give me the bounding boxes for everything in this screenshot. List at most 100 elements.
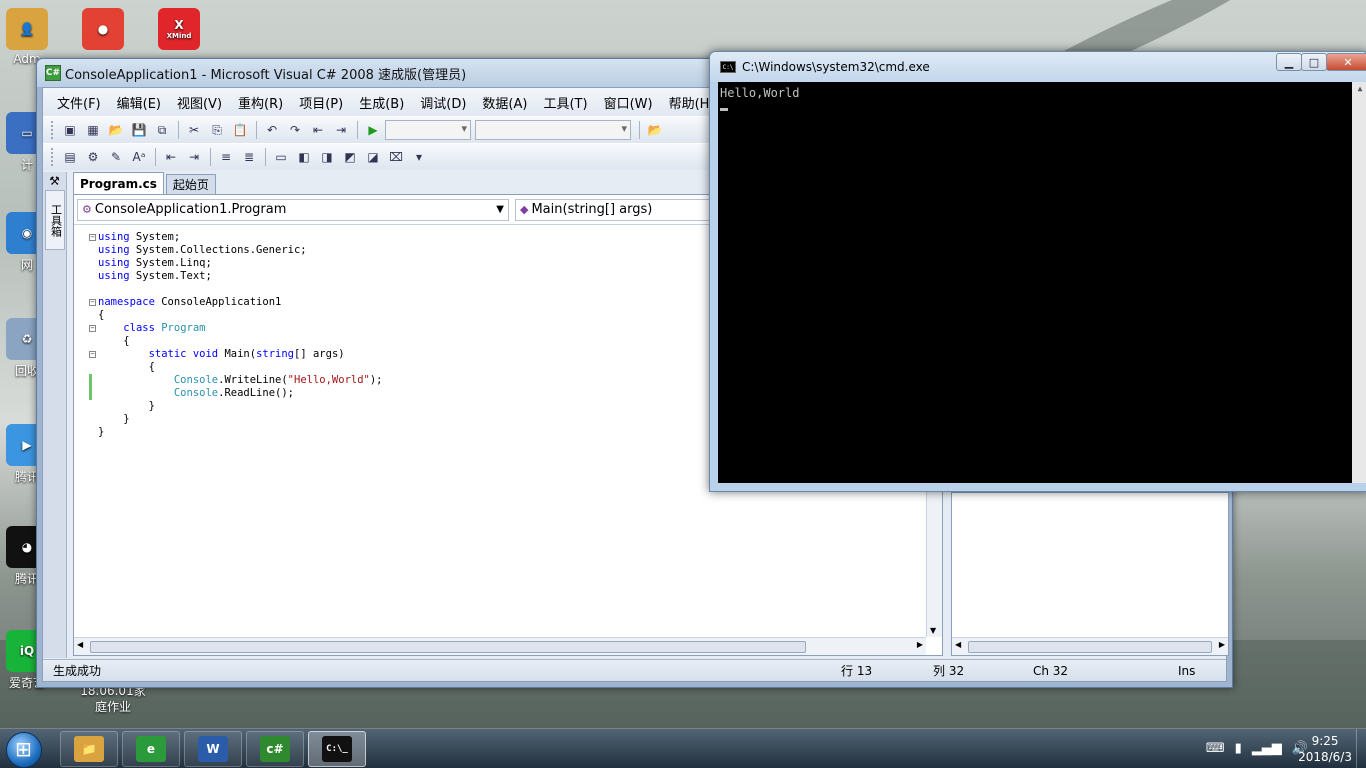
menu-item[interactable]: 窗口(W): [596, 93, 661, 112]
cmd-titlebar[interactable]: C:\ C:\Windows\system32\cmd.exe ▁ □ ✕: [710, 52, 1366, 82]
cmd-app-icon: C:\: [720, 61, 736, 73]
menu-item[interactable]: 数据(A): [474, 93, 535, 112]
navigate-back-icon[interactable]: ⇤: [307, 120, 329, 140]
menu-item[interactable]: 文件(F): [49, 93, 109, 112]
console-vertical-scrollbar[interactable]: ▲: [1352, 82, 1366, 483]
menu-item[interactable]: 工具(T): [535, 93, 595, 112]
solution-explorer-icon[interactable]: 📂: [644, 120, 666, 140]
next-bookmark-icon[interactable]: ◨: [316, 147, 338, 167]
taskbar: 📁 e Wc# C:\_ ⌨ ▮ ▂▄▆ 🔊 9:25 2018/6/3: [0, 728, 1366, 768]
redo-icon[interactable]: ↷: [284, 120, 306, 140]
document-tab[interactable]: Program.cs: [73, 172, 164, 194]
close-icon[interactable]: ✕: [1326, 53, 1366, 71]
scroll-up-arrow-icon[interactable]: ▲: [1352, 82, 1366, 96]
editor-horizontal-scrollbar[interactable]: ◀ ▶: [74, 637, 926, 655]
increase-indent-icon[interactable]: ⇥: [183, 147, 205, 167]
device-icon[interactable]: ▮: [1235, 741, 1242, 756]
desktop-icon[interactable]: ●: [68, 8, 138, 52]
start-button[interactable]: [6, 732, 42, 768]
desktop-icon[interactable]: X XMind: [144, 8, 214, 52]
method-icon: ◆: [520, 203, 529, 216]
taskbar-csharp-button[interactable]: c#: [246, 731, 304, 767]
cmd-window[interactable]: C:\ C:\Windows\system32\cmd.exe ▁ □ ✕ He…: [709, 51, 1366, 492]
add-item-icon[interactable]: ▦: [82, 120, 104, 140]
scroll-left-arrow-icon[interactable]: ◀: [77, 640, 83, 649]
status-bar: 生成成功 行 13 列 32 Ch 32 Ins: [43, 659, 1226, 681]
prev-bookmark-folder-icon[interactable]: ◩: [339, 147, 361, 167]
toolbar-separator: [155, 148, 156, 166]
decrease-indent-icon[interactable]: ⇤: [160, 147, 182, 167]
open-file-icon[interactable]: 📂: [105, 120, 127, 140]
maximize-icon[interactable]: □: [1301, 53, 1327, 71]
toolbox-icon[interactable]: ⚒: [43, 174, 66, 188]
menu-item[interactable]: 编辑(E): [109, 93, 169, 112]
comment-icon[interactable]: ≡: [215, 147, 237, 167]
taskbar-explorer-button[interactable]: 📁: [60, 731, 118, 767]
menu-item[interactable]: 调试(D): [412, 93, 474, 112]
scroll-left-arrow-icon[interactable]: ◀: [955, 640, 961, 649]
find-combo[interactable]: [475, 120, 631, 140]
prev-bookmark-icon[interactable]: ◧: [293, 147, 315, 167]
document-tab[interactable]: 起始页: [165, 174, 216, 194]
configuration-combo[interactable]: [385, 120, 471, 140]
paste-icon[interactable]: 📋: [229, 120, 251, 140]
taskbar-ie-button[interactable]: e: [122, 731, 180, 767]
panel-horizontal-scrollbar[interactable]: ◀ ▶: [952, 637, 1228, 655]
code-token: static: [148, 348, 187, 360]
keyboard-icon[interactable]: ⌨: [1206, 741, 1225, 756]
cmd-icon: C:\_: [322, 736, 352, 762]
toolbar-separator: [256, 121, 257, 139]
save-icon[interactable]: 💾: [128, 120, 150, 140]
taskbar-word-button[interactable]: W: [184, 731, 242, 767]
object-browser-icon[interactable]: ▤: [59, 147, 81, 167]
toolbox-tab[interactable]: 工具箱: [44, 190, 65, 250]
taskbar-cmd-button[interactable]: C:\_: [308, 731, 366, 767]
code-token: using: [98, 231, 130, 243]
start-debug-icon[interactable]: ▶: [362, 120, 384, 140]
collapse-toggle-icon[interactable]: −: [89, 351, 96, 358]
minimize-icon[interactable]: ▁: [1276, 53, 1302, 71]
class-view-icon[interactable]: ✎: [105, 147, 127, 167]
code-token: {: [98, 335, 130, 347]
undo-icon[interactable]: ↶: [261, 120, 283, 140]
collapse-toggle-icon[interactable]: −: [89, 234, 96, 241]
font-icon[interactable]: Aᵃ: [128, 147, 150, 167]
toolbar-separator: [265, 148, 266, 166]
collapse-toggle-icon[interactable]: −: [89, 299, 96, 306]
save-all-icon[interactable]: ⧉: [151, 120, 173, 140]
toolbar-grip[interactable]: [51, 121, 55, 139]
copy-icon[interactable]: ⎘: [206, 120, 228, 140]
vs-window-title: ConsoleApplication1 - Microsoft Visual C…: [65, 67, 467, 83]
menu-item[interactable]: 生成(B): [351, 93, 412, 112]
collapse-toggle-icon[interactable]: −: [89, 325, 96, 332]
navigate-forward-icon[interactable]: ⇥: [330, 120, 352, 140]
toolbar-grip[interactable]: [51, 148, 55, 166]
clear-bookmarks-icon[interactable]: ⌧: [385, 147, 407, 167]
menu-item[interactable]: 项目(P): [291, 93, 351, 112]
console-output[interactable]: Hello,World ▲: [718, 82, 1366, 483]
properties-icon[interactable]: ⚙: [82, 147, 104, 167]
new-project-icon[interactable]: ▣: [59, 120, 81, 140]
cut-icon[interactable]: ✂: [183, 120, 205, 140]
bookmark-icon[interactable]: ▭: [270, 147, 292, 167]
uncomment-icon[interactable]: ≣: [238, 147, 260, 167]
code-token: Main(: [218, 348, 257, 360]
class-dropdown[interactable]: ⚙ ConsoleApplication1.Program ▼: [77, 198, 509, 221]
clock[interactable]: 9:25 2018/6/3: [1298, 733, 1352, 765]
scroll-thumb[interactable]: [90, 641, 806, 653]
toolbar-overflow-icon[interactable]: ▾: [408, 147, 430, 167]
desktop-app-icon: ●: [82, 8, 124, 50]
console-cursor: [720, 108, 728, 111]
side-panel[interactable]: ◀ ▶: [951, 492, 1229, 656]
next-bookmark-folder-icon[interactable]: ◪: [362, 147, 384, 167]
scroll-right-arrow-icon[interactable]: ▶: [917, 640, 923, 649]
scroll-down-arrow-icon[interactable]: ▼: [930, 626, 936, 635]
menu-item[interactable]: 视图(V): [169, 93, 230, 112]
scroll-thumb[interactable]: [968, 641, 1212, 653]
show-desktop-button[interactable]: [1356, 729, 1366, 768]
menu-item[interactable]: 重构(R): [230, 93, 291, 112]
network-signal-icon[interactable]: ▂▄▆: [1252, 741, 1282, 756]
scroll-right-arrow-icon[interactable]: ▶: [1219, 640, 1225, 649]
